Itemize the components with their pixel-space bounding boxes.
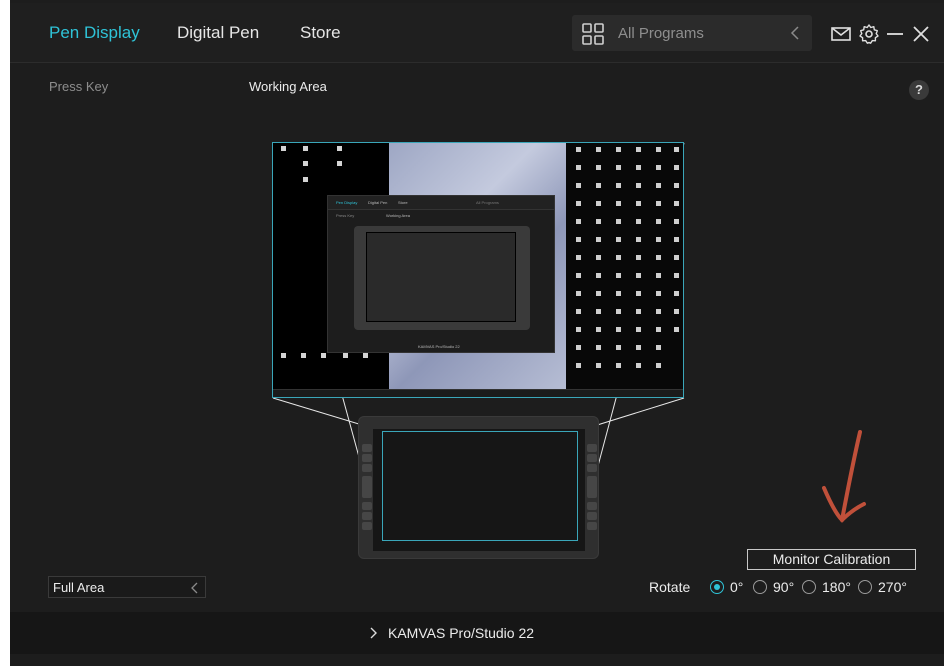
rotate-label: Rotate	[649, 579, 691, 595]
chevron-right-icon[interactable]	[368, 626, 378, 640]
help-button[interactable]: ?	[909, 80, 929, 100]
tablet-right-keys	[587, 444, 597, 532]
desktop-icon	[281, 353, 286, 358]
rotate-180-label: 180°	[822, 579, 851, 595]
subtab-press-key[interactable]: Press Key	[49, 79, 108, 94]
rotate-0-label: 0°	[730, 579, 744, 595]
close-icon[interactable]	[910, 23, 932, 45]
area-select[interactable]: Full Area	[48, 576, 206, 598]
chevron-left-icon[interactable]	[191, 582, 199, 594]
windows-taskbar	[273, 389, 683, 397]
program-select[interactable]: All Programs	[572, 15, 812, 51]
rotate-270-radio[interactable]	[858, 580, 872, 594]
nested-tablet-screen	[366, 232, 516, 322]
rotate-90-label: 90°	[773, 579, 795, 595]
desktop-icon-grid	[576, 147, 679, 368]
tablet-active-area[interactable]	[382, 431, 578, 541]
app-header: Pen Display Digital Pen Store All Progra…	[10, 3, 944, 63]
desktop-icon	[303, 146, 308, 151]
tab-pen-display[interactable]: Pen Display	[49, 23, 140, 43]
subtab-working-area[interactable]: Working Area	[249, 79, 327, 94]
nested-subtab-press-key: Press Key	[336, 213, 355, 218]
nested-app-window: Pen Display Digital Pen Store All Progra…	[327, 195, 555, 353]
desktop-icon	[363, 353, 368, 358]
nested-subtab-working-area: Working Area	[386, 213, 410, 218]
tablet-left-keys	[362, 444, 372, 532]
nested-app-header: Pen Display Digital Pen Store All Progra…	[328, 196, 554, 210]
app-window: Pen Display Digital Pen Store All Progra…	[10, 0, 944, 666]
monitor-preview[interactable]: Pen Display Digital Pen Store All Progra…	[272, 142, 684, 398]
annotation-arrow-icon	[822, 430, 866, 523]
rotate-180-radio[interactable]	[802, 580, 816, 594]
monitor-calibration-button[interactable]: Monitor Calibration	[747, 549, 916, 570]
device-name: KAMVAS Pro/Studio 22	[388, 625, 535, 641]
desktop-icon	[303, 161, 308, 166]
device-footer[interactable]: KAMVAS Pro/Studio 22	[10, 612, 944, 654]
nested-tab-digital-pen: Digital Pen	[368, 200, 388, 205]
chevron-left-icon[interactable]	[786, 21, 806, 45]
rotate-270-label: 270°	[878, 579, 907, 595]
desktop-icon	[301, 353, 306, 358]
tab-store[interactable]: Store	[300, 23, 341, 43]
nested-tab-store: Store	[398, 200, 408, 205]
tab-digital-pen[interactable]: Digital Pen	[177, 23, 259, 43]
grid-icon	[582, 23, 604, 45]
desktop-icon	[281, 146, 286, 151]
mail-icon[interactable]	[830, 23, 852, 45]
desktop-icon	[321, 353, 326, 358]
desktop-icon	[337, 161, 342, 166]
desktop-icon	[337, 146, 342, 151]
nested-device-name: KAMVAS Pro/Studio 22	[418, 344, 460, 349]
gear-icon[interactable]	[858, 23, 880, 45]
nested-program-select: All Programs	[476, 200, 499, 205]
window-bottom	[10, 654, 944, 666]
minimize-icon[interactable]	[884, 23, 906, 45]
desktop-icon	[303, 177, 308, 182]
rotate-0-radio[interactable]	[710, 580, 724, 594]
program-select-label: All Programs	[618, 25, 704, 42]
desktop-icon	[343, 353, 348, 358]
rotate-90-radio[interactable]	[753, 580, 767, 594]
nested-tab-pen-display: Pen Display	[336, 200, 358, 205]
area-select-value: Full Area	[53, 580, 105, 595]
